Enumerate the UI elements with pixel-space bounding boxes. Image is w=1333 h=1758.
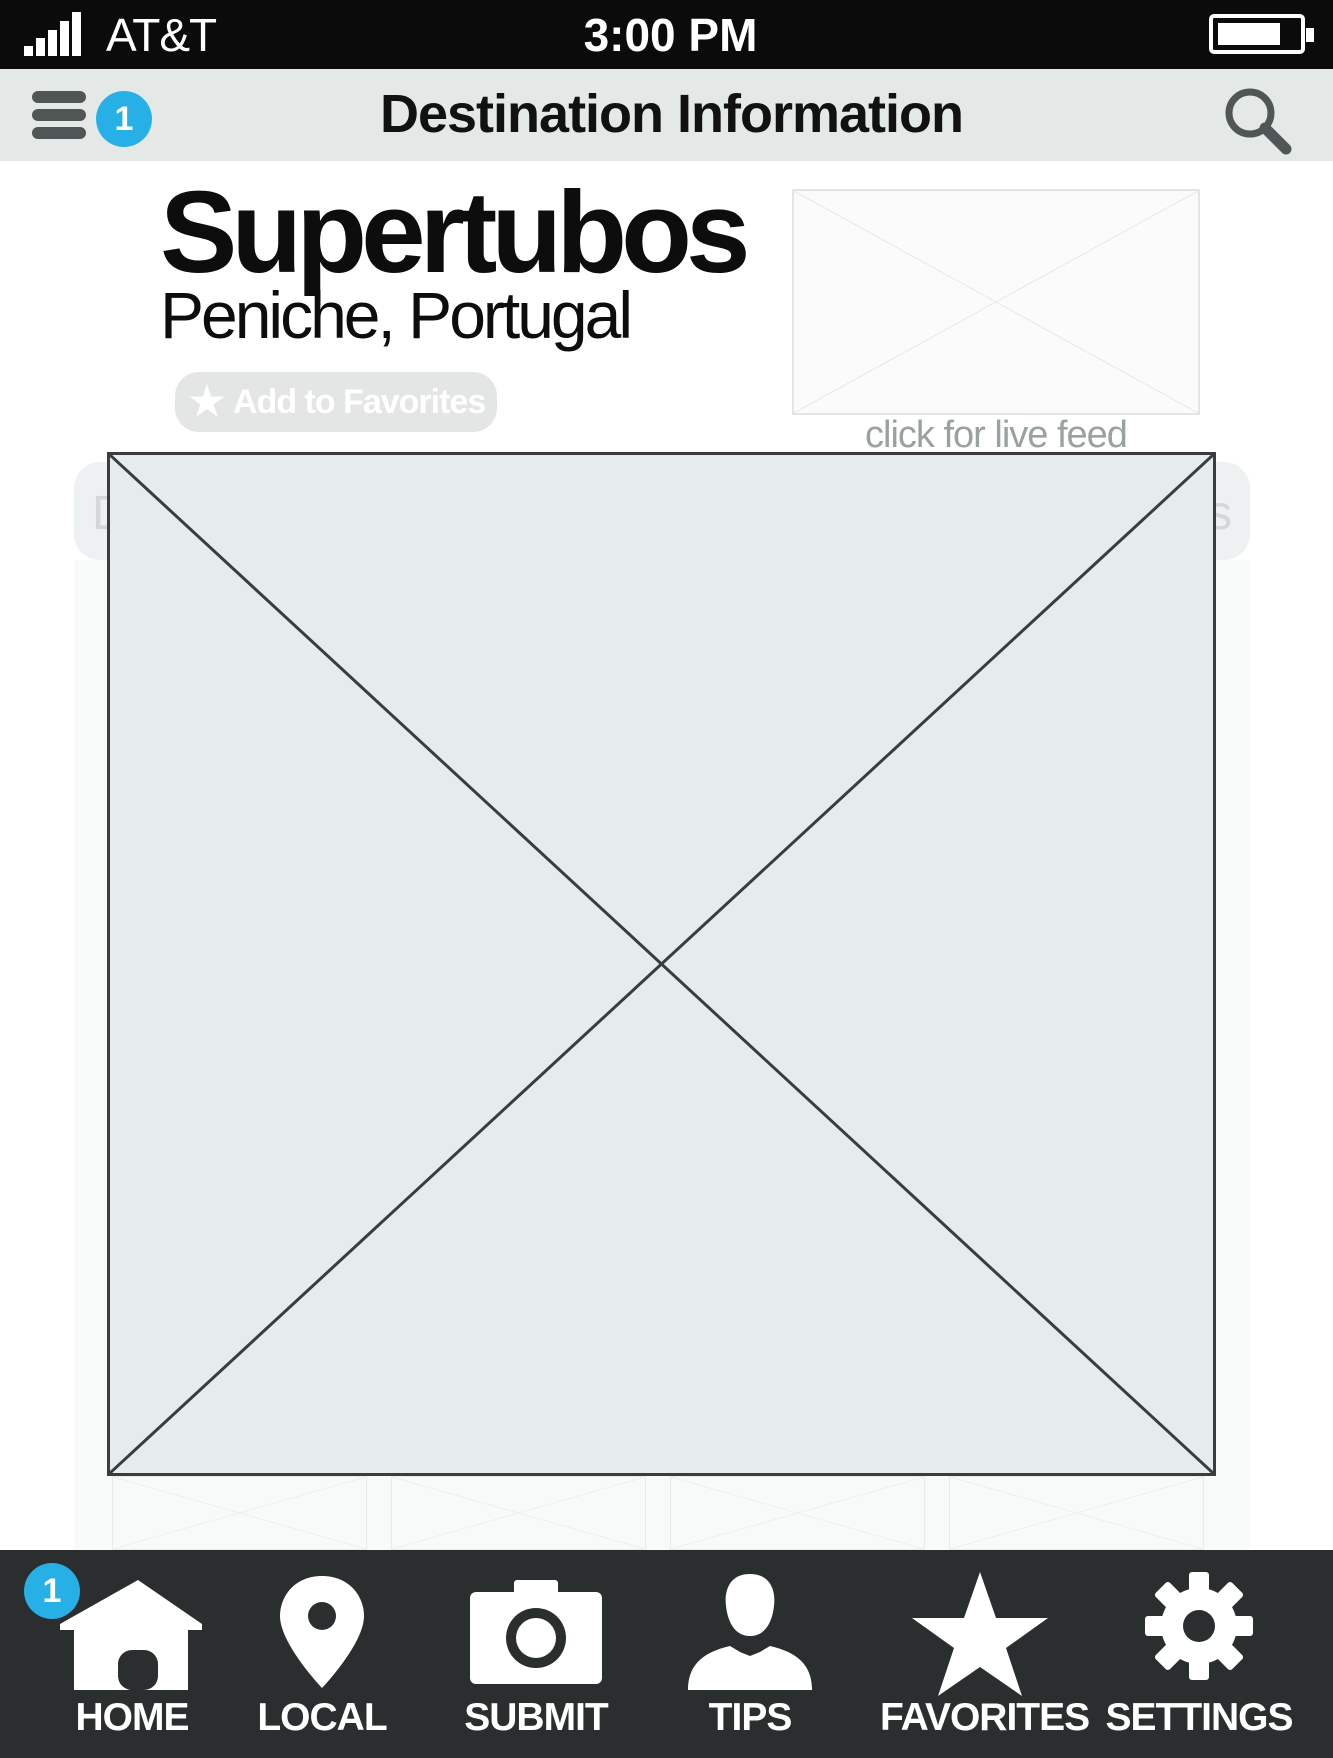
tab-favorites-label: FAVORITES [880,1696,1090,1739]
star-icon: ★ [189,380,225,424]
live-feed-link[interactable]: click for live feed [792,416,1200,452]
add-to-favorites-label: Add to Favorites [233,383,486,421]
gallery-thumbnail [391,1476,646,1550]
camera-icon [470,1580,602,1684]
gallery-thumbnail [112,1476,367,1550]
tab-submit-label: SUBMIT [464,1696,609,1739]
battery-icon [1209,14,1314,54]
tab-local[interactable]: LOCAL [240,1550,404,1758]
gallery-thumbnail [949,1476,1204,1550]
tab-settings[interactable]: SETTINGS [1104,1550,1294,1758]
tab-tips[interactable]: TIPS [668,1550,832,1758]
main-image-placeholder[interactable] [107,452,1216,1476]
status-time: 3:00 PM [583,9,758,61]
tab-bar: HOME LOCAL SUBMIT TIPS FAVORITES SETTING… [0,1550,1333,1758]
star-icon [912,1572,1048,1696]
tab-settings-label: SETTINGS [1105,1696,1293,1739]
tab-tips-label: TIPS [708,1696,793,1739]
tab-home-label: HOME [75,1696,190,1739]
status-bar: AT&T 3:00 PM [0,0,1333,69]
person-icon [688,1574,812,1690]
nav-bar: 1 Destination Information [0,69,1333,161]
map-pin-icon [280,1576,364,1688]
tab-submit[interactable]: SUBMIT [454,1550,618,1758]
image-placeholder-icon [110,455,1213,1473]
gallery-thumbnail [670,1476,925,1550]
page-title: Destination Information [380,84,964,144]
add-to-favorites-button[interactable]: ★ Add to Favorites [175,372,497,432]
image-placeholder-icon [794,191,1198,413]
gear-icon [1145,1572,1253,1680]
tab-favorites[interactable]: FAVORITES [880,1550,1090,1758]
home-notification-badge[interactable]: 1 [24,1563,80,1619]
search-icon[interactable] [1220,83,1294,157]
destination-location: Peniche, Portugal [160,278,633,352]
tab-local-label: LOCAL [257,1696,387,1739]
live-feed-thumbnail[interactable] [792,189,1200,415]
destination-name: Supertubos [160,167,750,297]
